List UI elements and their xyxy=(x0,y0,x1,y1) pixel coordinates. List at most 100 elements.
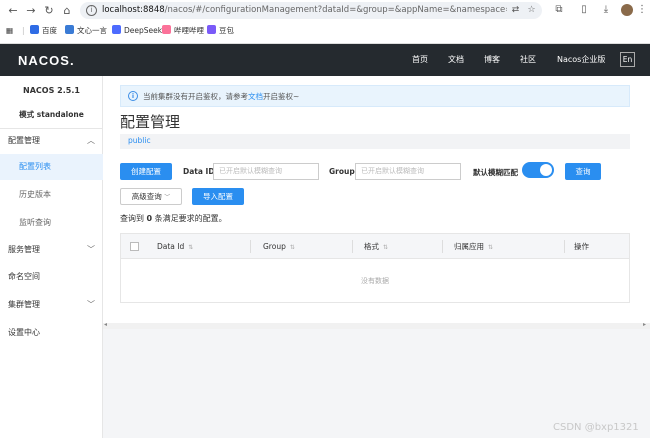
sort-icon[interactable]: ⇅ xyxy=(488,244,493,251)
table-header: Data Id ⇅ Group ⇅ 格式 ⇅ 归属应用 ⇅ 操作 xyxy=(121,234,629,259)
extensions-icon[interactable]: ⧉ xyxy=(553,4,565,16)
bookmark-wenxin[interactable]: 文心一言 xyxy=(65,25,107,37)
config-table: Data Id ⇅ Group ⇅ 格式 ⇅ 归属应用 ⇅ 操作 没有数据 xyxy=(120,233,630,303)
sort-icon[interactable]: ⇅ xyxy=(188,244,193,251)
advanced-query-button[interactable]: 高级查询 ﹀ xyxy=(120,188,182,205)
bookmark-separator: | xyxy=(22,26,25,35)
download-icon[interactable]: ⤓ xyxy=(600,4,612,16)
bookmark-label: 百度 xyxy=(42,26,57,35)
reload-icon[interactable]: ↻ xyxy=(42,4,56,18)
import-config-button[interactable]: 导入配置 xyxy=(192,188,244,205)
main-content: i 当前集群没有开启鉴权，请参考文档开启鉴权~ 配置管理 public 创建配置… xyxy=(103,76,650,438)
bookmark-doubao[interactable]: 豆包 xyxy=(207,25,234,37)
nav-community[interactable]: 社区 xyxy=(520,54,536,65)
notice-suffix: 开启鉴权~ xyxy=(263,92,300,101)
auth-notice: i 当前集群没有开启鉴权，请参考文档开启鉴权~ xyxy=(120,85,630,107)
scroll-left-icon[interactable]: ◂ xyxy=(104,321,107,328)
sort-icon[interactable]: ⇅ xyxy=(383,244,388,251)
chevron-up-icon: ︿ xyxy=(87,136,95,145)
column-header-actions: 操作 xyxy=(574,242,589,251)
column-divider xyxy=(250,240,251,253)
column-label: 归属应用 xyxy=(454,242,484,251)
sidebar-item-config-list[interactable]: 配置列表 xyxy=(0,154,103,180)
sidebar-item-namespace[interactable]: 命名空间 xyxy=(0,264,103,290)
watermark: CSDN @bxp1321 xyxy=(553,422,639,433)
bookmark-star-icon[interactable]: ☆ xyxy=(526,5,537,16)
column-header-dataid[interactable]: Data Id ⇅ xyxy=(157,234,193,259)
bookmark-baidu[interactable]: 百度 xyxy=(30,25,57,37)
url-path: /nacos/#/configurationManagement?dataId=… xyxy=(164,5,507,15)
nav-home[interactable]: 首页 xyxy=(412,54,428,65)
sort-icon[interactable]: ⇅ xyxy=(290,244,295,251)
scroll-right-icon[interactable]: ▸ xyxy=(643,321,646,328)
bookmark-label: 哔哩哔哩 xyxy=(174,26,204,35)
result-count: 0 xyxy=(146,214,153,223)
sidebar-item-label: 监听查询 xyxy=(19,218,51,227)
language-switch-button[interactable]: En xyxy=(620,52,635,67)
sidebar-mode: 模式 standalone xyxy=(19,110,84,119)
sidebar-item-label: 集群管理 xyxy=(8,300,40,309)
sidebar-item-cluster-management[interactable]: 集群管理 ﹀ xyxy=(0,292,103,318)
advanced-query-label: 高级查询 xyxy=(131,192,162,201)
back-icon[interactable]: ← xyxy=(6,4,20,18)
toggle-knob xyxy=(540,164,552,176)
create-config-button[interactable]: 创建配置 xyxy=(120,163,172,180)
bookmark-deepseek[interactable]: DeepSeek xyxy=(112,25,162,37)
url-host: localhost:8848 xyxy=(102,5,165,15)
bookmarks-bar: ▦ | 百度 文心一言 DeepSeek 哔哩哔哩 豆包 xyxy=(0,22,650,40)
column-label: Data Id xyxy=(157,242,185,251)
baidu-icon xyxy=(30,25,39,34)
notice-docs-link[interactable]: 文档 xyxy=(248,92,263,101)
profile-avatar[interactable] xyxy=(621,4,633,16)
url-text[interactable]: localhost:8848/nacos/#/configurationMana… xyxy=(102,5,507,15)
nav-enterprise[interactable]: Nacos企业版 xyxy=(557,54,605,65)
page-title: 配置管理 xyxy=(120,113,181,131)
nav-docs[interactable]: 文档 xyxy=(448,54,464,65)
translate-icon[interactable]: ⇄ xyxy=(510,5,521,16)
sidebar-item-config-management[interactable]: 配置管理 ︿ xyxy=(0,128,103,154)
sidebar-item-listener-query[interactable]: 监听查询 xyxy=(0,210,103,236)
wenxin-icon xyxy=(65,25,74,34)
info-icon: i xyxy=(128,91,138,101)
browser-chrome: ← → ↻ ⌂ i localhost:8848/nacos/#/configu… xyxy=(0,0,650,44)
doubao-icon xyxy=(207,25,216,34)
column-header-group[interactable]: Group ⇅ xyxy=(263,234,295,259)
column-divider xyxy=(564,240,565,253)
column-divider xyxy=(442,240,443,253)
sidebar-item-label: 命名空间 xyxy=(8,272,40,281)
sidebar-item-service-management[interactable]: 服务管理 ﹀ xyxy=(0,237,103,263)
query-button[interactable]: 查询 xyxy=(565,163,601,180)
sidebar-item-settings[interactable]: 设置中心 xyxy=(0,320,103,346)
sidebar-item-history[interactable]: 历史版本 xyxy=(0,182,103,208)
column-header-app[interactable]: 归属应用 ⇅ xyxy=(454,234,493,259)
dataid-label: Data ID xyxy=(183,167,215,176)
bookmark-bilibili[interactable]: 哔哩哔哩 xyxy=(162,25,204,37)
fuzzy-match-label: 默认模糊匹配 xyxy=(473,168,518,177)
sidebar-title: NACOS 2.5.1 xyxy=(23,86,80,95)
chevron-down-icon: ﹀ xyxy=(87,300,95,309)
group-input[interactable]: 已开启默认模糊查询 xyxy=(355,163,461,180)
nacos-logo[interactable]: NACOS. xyxy=(18,53,75,68)
forward-icon[interactable]: → xyxy=(24,4,38,18)
column-label: Group xyxy=(263,242,286,251)
column-label: 格式 xyxy=(364,242,379,251)
sidebar-item-label: 历史版本 xyxy=(19,190,51,199)
namespace-public[interactable]: public xyxy=(128,136,151,145)
bookmark-label: 豆包 xyxy=(219,26,234,35)
dataid-input[interactable]: 已开启默认模糊查询 xyxy=(213,163,319,180)
bilibili-icon xyxy=(162,25,171,34)
chevron-down-icon: ﹀ xyxy=(87,245,95,254)
site-info-icon[interactable]: i xyxy=(86,5,97,16)
fuzzy-match-toggle[interactable] xyxy=(522,162,554,178)
notice-prefix: 当前集群没有开启鉴权，请参考 xyxy=(143,92,248,101)
select-all-checkbox[interactable] xyxy=(130,242,139,251)
column-header-format[interactable]: 格式 ⇅ xyxy=(364,234,388,259)
empty-state: 没有数据 xyxy=(361,277,389,285)
address-bar[interactable]: i localhost:8848/nacos/#/configurationMa… xyxy=(80,2,542,19)
home-icon[interactable]: ⌂ xyxy=(60,4,74,18)
result-prefix: 查询到 xyxy=(120,214,144,223)
nav-blog[interactable]: 博客 xyxy=(484,54,500,65)
split-screen-icon[interactable]: ▯ xyxy=(578,4,590,16)
apps-icon[interactable]: ▦ xyxy=(6,25,13,37)
menu-icon[interactable]: ⋮ xyxy=(636,4,648,16)
